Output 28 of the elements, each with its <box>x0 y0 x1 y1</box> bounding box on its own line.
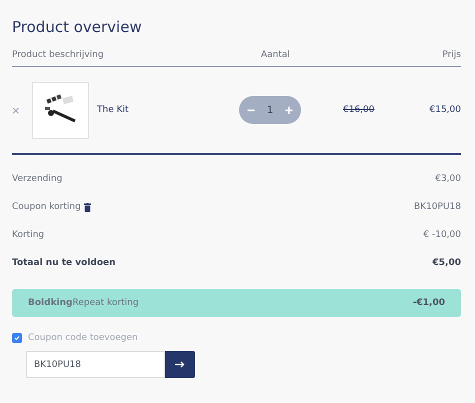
summary-label: Coupon korting <box>12 202 81 212</box>
increase-button[interactable]: + <box>284 102 293 118</box>
summary-label: Totaal nu te voldoen <box>12 258 116 268</box>
summary-label: Verzending <box>12 174 62 184</box>
quantity-value: 1 <box>266 104 274 116</box>
banner-label: BoldkingRepeat korting <box>28 298 139 308</box>
old-price: €16,00 <box>343 105 376 115</box>
price: €15,00 <box>428 105 461 115</box>
summary-value: € -10,00 <box>423 230 461 240</box>
decrease-button[interactable]: − <box>247 102 256 118</box>
submit-button[interactable] <box>165 351 195 378</box>
coupon-checkbox[interactable] <box>12 333 22 343</box>
product-name[interactable]: The Kit <box>97 105 239 115</box>
remove-button[interactable]: × <box>12 102 32 118</box>
summary-value: €3,00 <box>435 174 461 184</box>
coupon-label: Coupon code toevoegen <box>28 333 138 343</box>
summary-label: Korting <box>12 230 44 240</box>
trash-icon[interactable] <box>84 202 91 212</box>
page-title: Product overview <box>12 18 143 36</box>
check-icon <box>14 335 20 341</box>
summary-value: €5,00 <box>432 258 461 268</box>
column-header: Aantal <box>261 50 291 60</box>
column-header: Product beschrijving <box>12 50 105 60</box>
summary-value: BK10PU18 <box>414 202 461 212</box>
banner-value: -€1,00 <box>412 298 445 308</box>
column-header: Prijs <box>441 50 461 60</box>
coupon-input[interactable]: BK10PU18 <box>26 351 165 378</box>
arrow-icon <box>175 361 185 368</box>
